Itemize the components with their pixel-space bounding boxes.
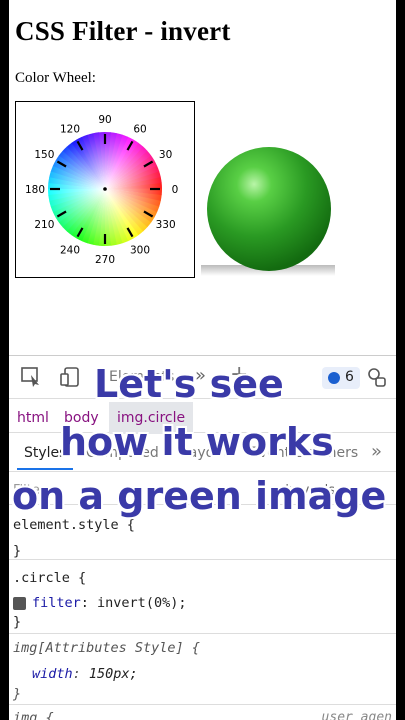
- subtabs-more-button[interactable]: »: [371, 441, 382, 462]
- device-toolbar-icon[interactable]: [59, 365, 83, 389]
- attributes-style-selector: img[Attributes Style] {: [13, 640, 200, 656]
- issues-badge[interactable]: 6: [322, 367, 360, 389]
- color-wheel-graphic: 9060300330300270240210180150120: [25, 114, 179, 266]
- wheel-degree-label: 0: [172, 184, 179, 196]
- width-value: 150px;: [88, 666, 138, 682]
- color-wheel-image: 90 60 30 0 330 300 270 240 210 180 150 120: [15, 101, 195, 278]
- attributes-style-close: }: [13, 686, 22, 702]
- caption-line-1: Let's see: [94, 362, 284, 406]
- wheel-degree-label: 90: [98, 114, 111, 126]
- img-selector: img {: [13, 710, 54, 720]
- wheel-degree-label: 330: [156, 219, 176, 231]
- screen: CSS Filter - invert Color Wheel: 90 60 30 0…: [9, 0, 396, 720]
- wheel-degree-label: 300: [130, 245, 150, 257]
- filter-declaration: filter: invert(0%);: [32, 595, 187, 611]
- filter-value[interactable]: invert(0%);: [97, 595, 186, 611]
- circle-close: }: [13, 614, 22, 630]
- issues-icon: [328, 372, 340, 384]
- wheel-degree-label: 270: [95, 254, 115, 266]
- wheel-degree-label: 150: [34, 149, 54, 161]
- inspect-element-icon[interactable]: [19, 365, 43, 389]
- wheel-degree-label: 210: [34, 219, 54, 231]
- width-property: width: [32, 666, 73, 682]
- settings-gear-icon[interactable]: [365, 365, 389, 389]
- issues-count: 6: [345, 369, 354, 385]
- filter-checkbox[interactable]: [13, 597, 26, 610]
- caption-line-3: on a green image: [12, 474, 387, 518]
- green-sphere-image: [201, 147, 335, 276]
- width-declaration: width: 150px;: [32, 666, 138, 682]
- element-style-close: }: [13, 543, 22, 559]
- breadcrumb-html[interactable]: html: [17, 410, 49, 426]
- rule-circle: .circle { filter: invert(0%); }: [9, 560, 396, 634]
- color-wheel-label: Color Wheel:: [15, 70, 96, 86]
- filter-property[interactable]: filter: [32, 595, 81, 611]
- wheel-degree-label: 30: [159, 149, 172, 161]
- user-agent-source: user agen: [321, 710, 392, 720]
- circle-selector: .circle {: [13, 570, 87, 586]
- wheel-degree-label: 120: [60, 123, 80, 135]
- wheel-degree-label: 60: [133, 123, 146, 135]
- page-title: CSS Filter - invert: [15, 16, 231, 46]
- element-style-selector: element.style {: [13, 517, 135, 533]
- active-tab-indicator: [17, 468, 73, 470]
- wheel-degree-label: 180: [25, 184, 45, 196]
- rule-attributes-style: img[Attributes Style] { width: 150px; }: [9, 634, 396, 705]
- wheel-degree-label: 240: [60, 245, 80, 257]
- devtools-panel: Elements » + 6 html body img.circle Styl…: [9, 355, 396, 720]
- caption-line-2: how it works: [60, 420, 334, 464]
- rule-img-user-agent: img { user agen: [9, 705, 396, 720]
